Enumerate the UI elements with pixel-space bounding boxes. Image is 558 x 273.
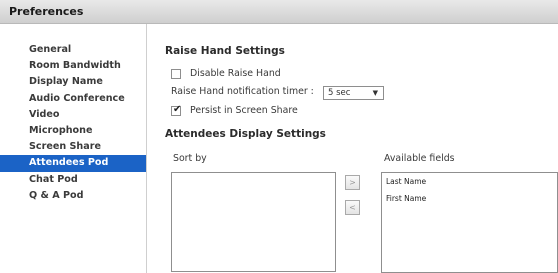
sidebar-item-qa-pod[interactable]: Q & A Pod: [0, 188, 146, 204]
sidebar-item-chat-pod[interactable]: Chat Pod: [0, 172, 146, 188]
disable-raise-hand-label: Disable Raise Hand: [190, 68, 281, 79]
sidebar-item-video[interactable]: Video: [0, 107, 146, 123]
remove-field-button[interactable]: <: [345, 200, 360, 215]
available-fields-list[interactable]: Last Name First Name: [381, 172, 558, 273]
persist-screen-share-checkbox[interactable]: ✔: [171, 103, 182, 116]
sidebar-item-screen-share[interactable]: Screen Share: [0, 139, 146, 155]
checkmark-icon: ✔: [173, 103, 182, 115]
persist-screen-share-row[interactable]: ✔ Persist in Screen Share: [171, 103, 298, 116]
notification-timer-label: Raise Hand notification timer :: [171, 86, 314, 97]
attendees-display-settings-title: Attendees Display Settings: [165, 128, 326, 140]
sidebar-item-general[interactable]: General: [0, 42, 146, 58]
dialog-title: Preferences: [9, 5, 84, 18]
list-item-last-name[interactable]: Last Name: [382, 173, 557, 190]
sidebar-nav: General Room Bandwidth Display Name Audi…: [0, 42, 146, 204]
list-item-first-name[interactable]: First Name: [382, 190, 557, 207]
sidebar: General Room Bandwidth Display Name Audi…: [0, 24, 147, 273]
chevron-down-icon: ▼: [372, 89, 378, 97]
sidebar-item-microphone[interactable]: Microphone: [0, 123, 146, 139]
raise-hand-settings-title: Raise Hand Settings: [165, 45, 285, 57]
sidebar-item-attendees-pod[interactable]: Attendees Pod: [0, 155, 146, 172]
persist-screen-share-label: Persist in Screen Share: [190, 105, 298, 116]
available-fields-label: Available fields: [384, 153, 455, 164]
notification-timer-value: 5 sec: [328, 88, 351, 98]
sort-by-label: Sort by: [173, 153, 207, 164]
notification-timer-select[interactable]: 5 sec ▼: [323, 86, 384, 100]
sort-by-list[interactable]: [171, 172, 336, 272]
sidebar-item-audio-conference[interactable]: Audio Conference: [0, 91, 146, 107]
add-field-button[interactable]: >: [345, 175, 360, 190]
disable-raise-hand-row[interactable]: Disable Raise Hand: [171, 68, 281, 79]
disable-raise-hand-checkbox[interactable]: [171, 68, 181, 79]
sidebar-item-display-name[interactable]: Display Name: [0, 74, 146, 90]
preferences-dialog: Preferences General Room Bandwidth Displ…: [0, 0, 558, 273]
sidebar-item-room-bandwidth[interactable]: Room Bandwidth: [0, 58, 146, 74]
settings-panel: Raise Hand Settings Disable Raise Hand R…: [147, 24, 558, 273]
title-bar: Preferences: [0, 0, 558, 24]
